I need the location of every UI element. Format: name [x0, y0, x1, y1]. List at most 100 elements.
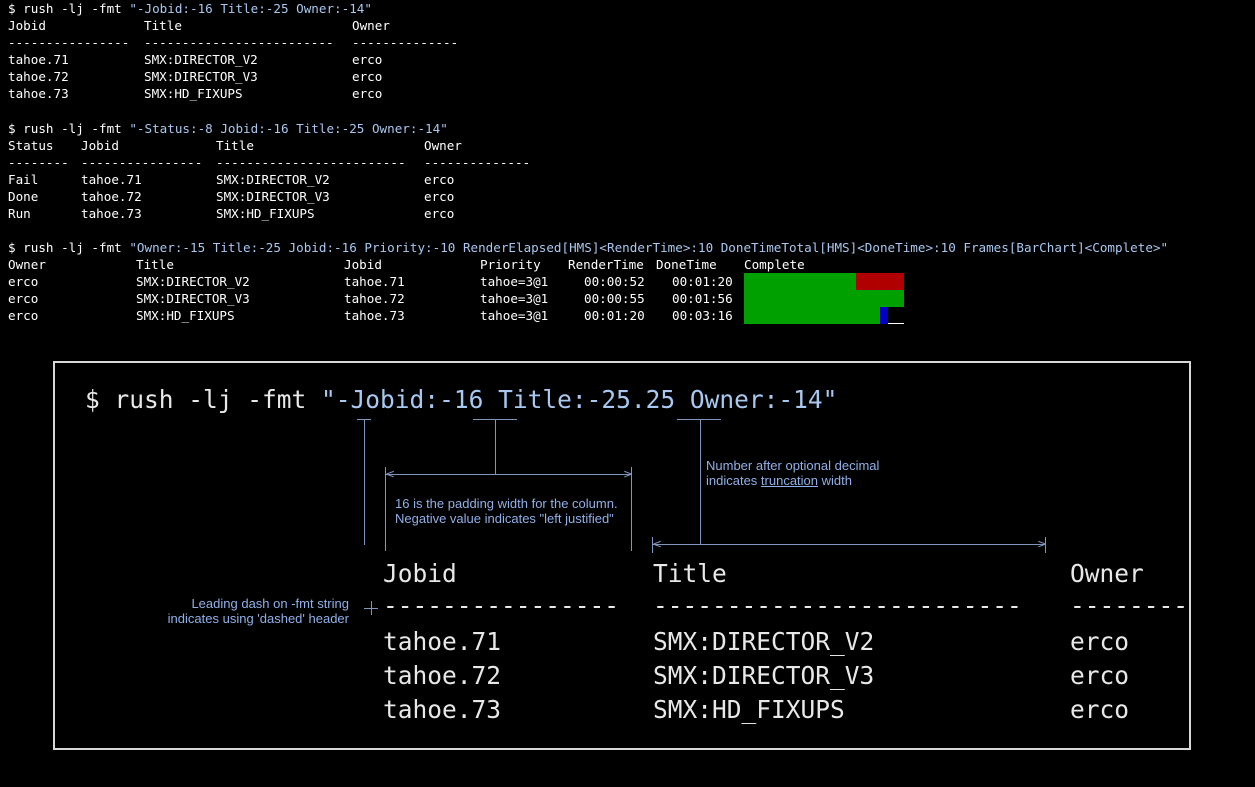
command-line: $ rush -lj -fmt "Owner:-15 Title:-25 Job…: [8, 239, 1168, 256]
terminal-block-2: $ rush -lj -fmt "-Status:-8 Jobid:-16 Ti…: [8, 120, 530, 239]
cell-rendertime: 00:01:20: [584, 308, 645, 323]
bar-segment-run: [880, 307, 888, 324]
command-line: $ rush -lj -fmt "-Jobid:-16 Title:-25 Ow…: [8, 0, 372, 17]
cell-priority: tahoe=3@1: [480, 308, 549, 323]
header-rendertime: RenderTime: [568, 257, 644, 272]
fmt-leading-dash: -: [335, 385, 351, 414]
header-donetime: DoneTime: [656, 257, 717, 272]
cell-owner: erco: [8, 274, 39, 289]
table-row: tahoe.71 SMX:DIRECTOR_V2 erco: [8, 51, 382, 68]
cell-jobid: tahoe.72: [8, 69, 69, 84]
trunc-leader-line: [700, 420, 701, 544]
header-complete: Complete: [744, 257, 805, 272]
cell-donetime: 00:01:20: [672, 274, 733, 289]
callout-header-jobid: Jobid: [383, 559, 457, 588]
dash-title: -------------------------: [216, 155, 406, 170]
complete-bar-chart: [744, 290, 904, 307]
cell-priority: tahoe=3@1: [480, 274, 549, 289]
fmt-jobid: Jobid:: [350, 385, 440, 414]
callout-header-title: Title: [653, 559, 727, 588]
cell-status: Fail: [8, 172, 39, 187]
header-row: Owner Title Jobid Priority RenderTime Do…: [8, 256, 805, 273]
note-line: 16 is the padding width for the column.: [395, 496, 618, 511]
cell-jobid: tahoe.71: [8, 52, 69, 67]
callout-cell-title: SMX:DIRECTOR_V2: [653, 627, 875, 656]
cell-owner: erco: [8, 308, 39, 323]
dash-row: -------- ---------------- --------------…: [8, 154, 530, 171]
cell-title: SMX:HD_FIXUPS: [144, 86, 243, 101]
dash-jobid: ----------------: [81, 155, 203, 170]
dash-jobid: ----------------: [8, 35, 130, 50]
header-owner: Owner: [352, 18, 390, 33]
dash-owner: --------------: [424, 155, 531, 170]
header-priority: Priority: [480, 257, 541, 272]
cell-rendertime: 00:00:52: [584, 274, 645, 289]
trunc-marker-line: [677, 419, 721, 420]
cell-title: SMX:HD_FIXUPS: [136, 308, 235, 323]
callout-dash-title: -------------------------: [653, 591, 1022, 620]
arrow-right-icon: >: [623, 467, 634, 481]
note-padding-width: 16 is the padding width for the column. …: [395, 496, 618, 526]
cell-owner: erco: [352, 86, 383, 101]
cell-title: SMX:DIRECTOR_V3: [216, 189, 330, 204]
header-row: Status Jobid Title Owner: [8, 137, 462, 154]
cell-owner: erco: [352, 52, 383, 67]
bar-segment-pending: [888, 307, 904, 324]
header-title: Title: [216, 138, 254, 153]
command-prompt: $ rush -lj -fmt: [85, 385, 322, 414]
cell-jobid: tahoe.71: [344, 274, 405, 289]
fmt-truncation: .25: [630, 385, 676, 414]
note-truncation: Number after optional decimal indicates …: [706, 458, 879, 488]
header-owner: Owner: [424, 138, 462, 153]
bar-segment-done: [744, 290, 904, 307]
callout-dash-owner: --------: [1070, 591, 1189, 620]
header-status: Status: [8, 138, 54, 153]
note-dashed-header: Leading dash on -fmt string indicates us…: [168, 596, 349, 626]
callout-cell-owner: erco: [1070, 627, 1130, 656]
dash-owner: --------------: [352, 35, 459, 50]
dash-leader-line: [364, 420, 365, 545]
callout-header-owner: Owner: [1070, 559, 1144, 588]
cell-jobid: tahoe.73: [81, 206, 142, 221]
fmt-string: "-Status:-8 Jobid:-16 Title:-25 Owner:-1…: [129, 121, 448, 136]
cell-title: SMX:DIRECTOR_V3: [144, 69, 258, 84]
arrow-left-icon: <: [385, 467, 396, 481]
callout-cell-title: SMX:HD_FIXUPS: [653, 695, 845, 724]
note-line: Leading dash on -fmt string: [191, 596, 349, 611]
fmt-string: "-Jobid:-16 Title:-25 Owner:-14": [129, 1, 372, 16]
format-explanation-panel: $ rush -lj -fmt "-Jobid:-16 Title:-25.25…: [53, 361, 1191, 750]
cell-title: SMX:DIRECTOR_V3: [136, 291, 250, 306]
title-width-arrow: [652, 544, 1045, 545]
cell-donetime: 00:03:16: [672, 308, 733, 323]
header-jobid: Jobid: [81, 138, 119, 153]
callout-cell-jobid: tahoe.72: [383, 661, 502, 690]
command-prompt: $ rush -lj -fmt: [8, 240, 130, 255]
cell-title: SMX:DIRECTOR_V2: [216, 172, 330, 187]
cell-jobid: tahoe.73: [344, 308, 405, 323]
fmt-jobid-width: -16: [439, 385, 484, 414]
fmt-owner: Owner:-14": [675, 385, 838, 414]
cell-priority: tahoe=3@1: [480, 291, 549, 306]
callout-cell-jobid: tahoe.73: [383, 695, 502, 724]
cell-title: SMX:HD_FIXUPS: [216, 206, 315, 221]
table-row: erco SMX:DIRECTOR_V3 tahoe.72 tahoe=3@1 …: [8, 290, 904, 307]
cell-title: SMX:DIRECTOR_V2: [136, 274, 250, 289]
cell-title: SMX:DIRECTOR_V2: [144, 52, 258, 67]
fmt-title: Title:-25: [483, 385, 631, 414]
bar-segment-done: [744, 273, 856, 290]
cell-status: Run: [8, 206, 31, 221]
dash-header-tick: [371, 601, 372, 615]
command-prompt: $ rush -lj -fmt: [8, 1, 130, 16]
fmt-string: "Owner:-15 Title:-25 Jobid:-16 Priority:…: [129, 240, 1169, 255]
header-title: Title: [136, 257, 174, 272]
cell-jobid: tahoe.71: [81, 172, 142, 187]
cell-jobid: tahoe.72: [81, 189, 142, 204]
cell-owner: erco: [424, 172, 455, 187]
callout-dash-jobid: ----------------: [383, 591, 620, 620]
truncation-term: truncation: [760, 473, 819, 488]
complete-bar-chart: [744, 307, 904, 324]
arrow-right-icon: >: [1037, 537, 1048, 551]
width-leader-line: [495, 420, 496, 474]
cell-owner: erco: [8, 291, 39, 306]
complete-bar-chart: [744, 273, 904, 290]
